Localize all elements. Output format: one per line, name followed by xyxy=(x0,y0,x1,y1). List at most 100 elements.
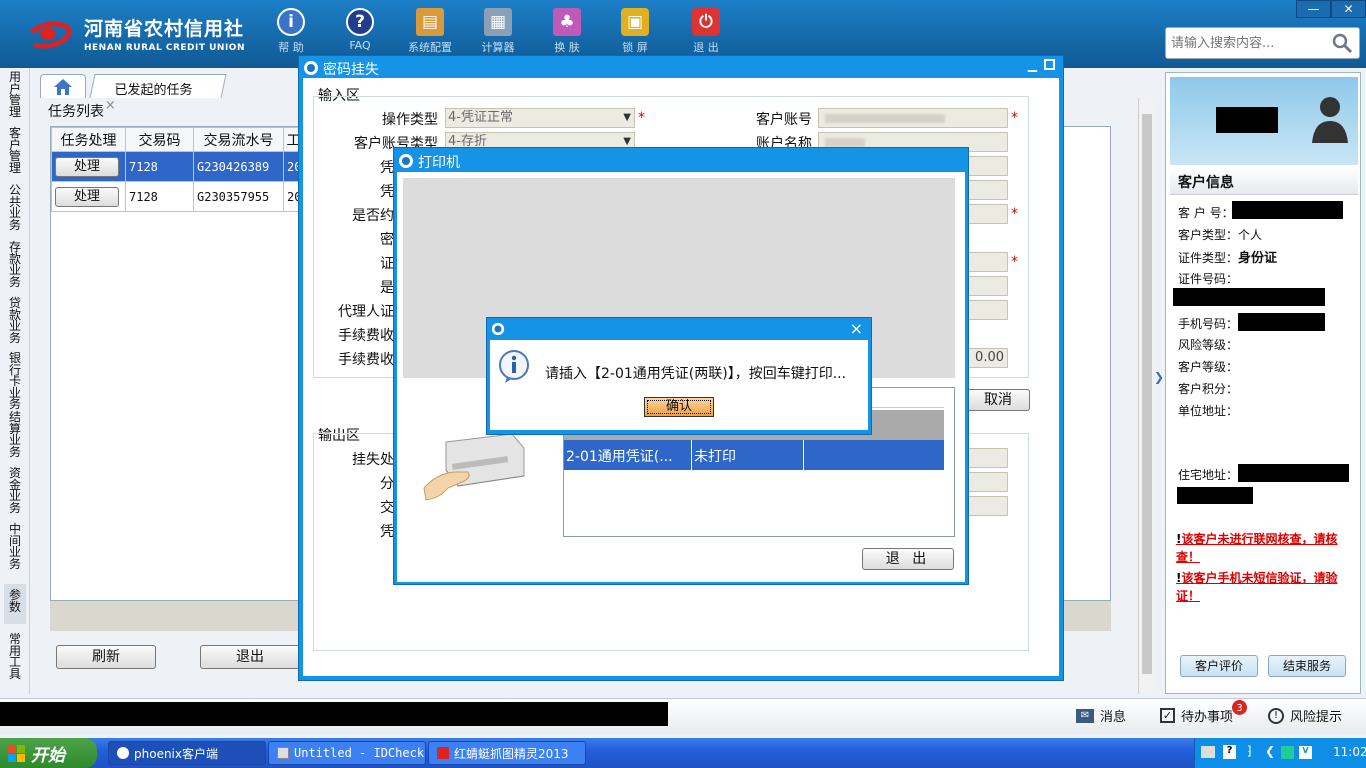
close-button[interactable]: ✕ xyxy=(1331,0,1366,18)
toolbar-settings-button[interactable]: ▤ 系统配置 xyxy=(400,8,460,55)
todo-button[interactable]: ✓ 待办事项 xyxy=(1160,706,1233,725)
table-row[interactable]: 处理 7128 G230357955 20 xyxy=(51,181,304,212)
output-field-1[interactable] xyxy=(966,448,1008,468)
scrollbar-thumb[interactable] xyxy=(1142,114,1152,674)
calculator-icon: ▦ xyxy=(484,8,512,36)
toolbar-faq-button[interactable]: ? FAQ xyxy=(330,8,390,52)
agent-cert-label: 代理人证 xyxy=(338,304,394,320)
menu-deposit-business[interactable]: 存款业务 xyxy=(4,241,26,288)
menu-common-tools[interactable]: 常用工具 xyxy=(4,633,26,680)
warning-link-sms[interactable]: !该客户手机未短信验证，请验证！ xyxy=(1176,569,1358,605)
taskbar-item-idcheck[interactable]: Untitled - IDCheck xyxy=(268,741,426,765)
start-button[interactable]: 开始 xyxy=(0,738,97,768)
fee-label-2: 手续费收 xyxy=(338,352,394,368)
list-item[interactable]: 2-01通用凭证(... 未打印 xyxy=(564,440,944,470)
menu-intermediary-business[interactable]: 中间业务 xyxy=(4,523,26,570)
right-field-5[interactable] xyxy=(966,204,1008,224)
app-logo-icon xyxy=(399,154,413,168)
help-tray-icon[interactable]: ? xyxy=(1223,745,1236,759)
col-header: 交易码 xyxy=(125,127,194,152)
messages-button[interactable]: ✉ 消息 xyxy=(1076,706,1126,725)
power-icon: ⏻ xyxy=(692,8,720,36)
app-logo-icon xyxy=(491,322,505,336)
cancel-button[interactable]: 取消 xyxy=(966,389,1030,411)
phone-label: 手机号码： xyxy=(1178,317,1239,331)
window-controls: — ✕ xyxy=(1296,0,1366,18)
id-no-label: 证件号码： xyxy=(1178,272,1239,286)
vpn-icon[interactable]: V xyxy=(1299,746,1312,759)
col-header: 任务处理 xyxy=(51,127,126,152)
process-button[interactable]: 处理 xyxy=(55,186,119,207)
fee-amount-field[interactable]: 0.00 xyxy=(966,348,1008,368)
toolbar-skin-button[interactable]: ♣ 换 肤 xyxy=(537,8,597,55)
toolbar-lock-button[interactable]: ▣ 锁 屏 xyxy=(605,8,665,55)
dialog-maximize-button[interactable] xyxy=(1044,59,1055,70)
menu-customer-management[interactable]: 客户管理 xyxy=(4,127,26,174)
output-field-3[interactable] xyxy=(966,496,1008,516)
customer-evaluate-button[interactable]: 客户评价 xyxy=(1180,655,1258,677)
menu-card-business[interactable]: 银行卡业务 xyxy=(4,352,26,411)
info-icon: i xyxy=(277,8,305,36)
confirm-button[interactable]: 确认 xyxy=(644,397,714,417)
warning-link-verify[interactable]: !该客户未进行联网核查，请核查！ xyxy=(1176,530,1358,566)
table-header-row: 任务处理 交易码 交易流水号 工 xyxy=(51,127,304,152)
network-icon[interactable] xyxy=(1281,746,1294,759)
toolbar-help-button[interactable]: i 帮 助 xyxy=(261,8,321,55)
risk-alert-button[interactable]: ! 风险提示 xyxy=(1268,706,1342,725)
right-field-4[interactable] xyxy=(966,180,1008,200)
right-field-8[interactable] xyxy=(966,300,1008,320)
right-field-6[interactable] xyxy=(966,252,1008,272)
keyboard-icon[interactable] xyxy=(1201,746,1215,758)
menu-user-management[interactable]: 用户管理 xyxy=(4,71,26,118)
info-icon xyxy=(499,350,529,383)
risk-level-label: 风险等级： xyxy=(1178,338,1239,352)
dialog-minimize-button[interactable]: ▁ xyxy=(1028,58,1037,72)
exit-button[interactable]: 退出 xyxy=(200,645,300,669)
main-scrollbar[interactable] xyxy=(1138,98,1154,694)
menu-parameters[interactable]: 参数 xyxy=(4,584,26,624)
end-service-button[interactable]: 结束服务 xyxy=(1268,655,1346,677)
message-close-button[interactable]: × xyxy=(850,319,863,338)
password-label: 密 xyxy=(380,232,394,248)
yes-no-label: 是 xyxy=(380,280,394,296)
windows-logo-icon xyxy=(8,744,25,762)
menu-public-business[interactable]: 公共业务 xyxy=(4,184,26,231)
question-icon: ? xyxy=(346,8,374,36)
chevron-down-icon: ▼ xyxy=(623,112,631,123)
idcheck-app-icon xyxy=(277,747,289,759)
search-box xyxy=(1165,27,1360,59)
dragonfly-app-icon xyxy=(437,747,449,759)
op-type-select[interactable]: 4-凭证正常 ▼ xyxy=(445,108,635,128)
home-icon xyxy=(54,79,72,95)
panel-toggle-icon[interactable]: ❯ xyxy=(1154,370,1164,400)
branch-label: 分 xyxy=(380,476,394,492)
tray-icon[interactable]: ⁆ xyxy=(1247,744,1252,758)
menu-fund-business[interactable]: 资金业务 xyxy=(4,467,26,514)
output-field-2[interactable] xyxy=(966,472,1008,492)
tab-initiated-tasks[interactable]: 已发起的任务 × xyxy=(89,74,227,113)
taskbar-item-phoenix[interactable]: phoenix客户端 xyxy=(108,741,266,765)
system-tray: ? ⁆ ❮ V 11:02 xyxy=(1194,738,1366,768)
toolbar-exit-button[interactable]: ⏻ 退 出 xyxy=(676,8,736,55)
logo: 河南省农村信用社 HENAN RURAL CREDIT UNION xyxy=(22,14,245,53)
menu-settlement-business[interactable]: 结算业务 xyxy=(4,411,26,458)
toolbar-calculator-button[interactable]: ▦ 计算器 xyxy=(468,8,528,55)
tab-home[interactable] xyxy=(40,74,86,98)
task-list-title: 任务列表 xyxy=(48,104,104,120)
search-input[interactable] xyxy=(1166,28,1326,58)
table-row[interactable]: 处理 7128 G230426389 20 xyxy=(51,151,304,182)
process-button[interactable]: 处理 xyxy=(55,156,119,177)
customer-avatar-area xyxy=(1170,77,1358,165)
menu-loan-business[interactable]: 贷款业务 xyxy=(4,297,26,344)
right-field-3[interactable] xyxy=(966,156,1008,176)
cell-code: 7128 xyxy=(125,151,194,182)
right-field-7[interactable] xyxy=(966,276,1008,296)
refresh-button[interactable]: 刷新 xyxy=(56,645,156,669)
taskbar-item-screenshot-tool[interactable]: 红蜻蜓抓图精灵2013 xyxy=(428,741,586,765)
minimize-button[interactable]: — xyxy=(1296,0,1331,18)
customer-account-field[interactable] xyxy=(818,108,1008,128)
printer-exit-button[interactable]: 退 出 xyxy=(862,548,954,570)
search-icon[interactable] xyxy=(1331,32,1353,54)
tab-close-icon[interactable]: × xyxy=(105,98,116,113)
tray-expand-icon[interactable]: ❮ xyxy=(1265,744,1275,758)
